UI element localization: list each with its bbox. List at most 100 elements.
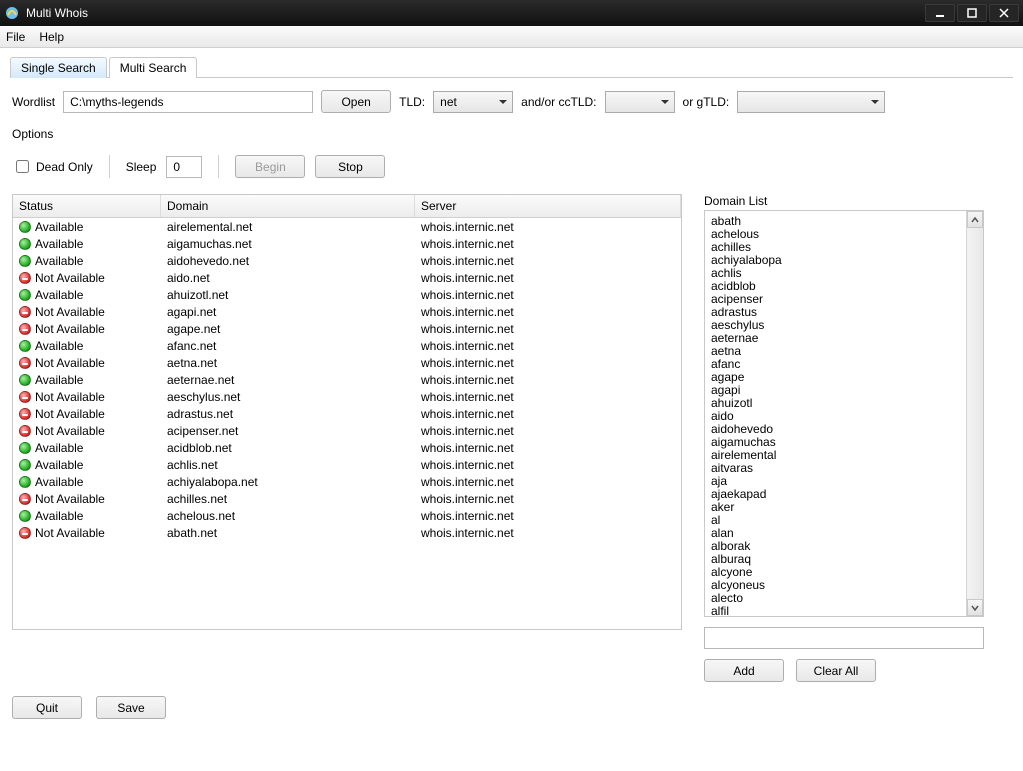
- list-item[interactable]: ahuizotl: [711, 397, 960, 410]
- clear-all-button[interactable]: Clear All: [796, 659, 876, 682]
- status-text: Not Available: [35, 271, 105, 285]
- domain-list: abathachelousachillesachiyalabopaachlisa…: [704, 210, 984, 617]
- status-text: Not Available: [35, 390, 105, 404]
- table-row[interactable]: Availableachelous.netwhois.internic.net: [13, 507, 681, 524]
- list-item[interactable]: aitvaras: [711, 462, 960, 475]
- dead-only-checkbox[interactable]: Dead Only: [12, 157, 93, 176]
- server-cell: whois.internic.net: [415, 373, 681, 387]
- table-row[interactable]: Availableachlis.netwhois.internic.net: [13, 456, 681, 473]
- domain-list-label: Domain List: [704, 194, 984, 208]
- sleep-input[interactable]: [166, 156, 202, 178]
- server-cell: whois.internic.net: [415, 322, 681, 336]
- domain-cell: aeternae.net: [161, 373, 415, 387]
- col-header-server[interactable]: Server: [415, 195, 681, 217]
- save-button[interactable]: Save: [96, 696, 166, 719]
- table-row[interactable]: Availableafanc.netwhois.internic.net: [13, 337, 681, 354]
- server-cell: whois.internic.net: [415, 526, 681, 540]
- domain-cell: aidohevedo.net: [161, 254, 415, 268]
- status-available-icon: [19, 374, 31, 386]
- stop-button[interactable]: Stop: [315, 155, 385, 178]
- domain-cell: aigamuchas.net: [161, 237, 415, 251]
- server-cell: whois.internic.net: [415, 220, 681, 234]
- list-item[interactable]: alfil: [711, 605, 960, 616]
- table-row[interactable]: Availableachiyalabopa.netwhois.internic.…: [13, 473, 681, 490]
- server-cell: whois.internic.net: [415, 237, 681, 251]
- list-item[interactable]: aeternae: [711, 332, 960, 345]
- server-cell: whois.internic.net: [415, 424, 681, 438]
- table-row[interactable]: Availableairelemental.netwhois.internic.…: [13, 218, 681, 235]
- server-cell: whois.internic.net: [415, 288, 681, 302]
- list-item[interactable]: ajaekapad: [711, 488, 960, 501]
- table-row[interactable]: Availableaidohevedo.netwhois.internic.ne…: [13, 252, 681, 269]
- status-unavailable-icon: [19, 272, 31, 284]
- status-available-icon: [19, 289, 31, 301]
- list-item[interactable]: aker: [711, 501, 960, 514]
- domain-cell: afanc.net: [161, 339, 415, 353]
- status-unavailable-icon: [19, 306, 31, 318]
- table-row[interactable]: Not Availableaetna.netwhois.internic.net: [13, 354, 681, 371]
- table-row[interactable]: Not Availableabath.netwhois.internic.net: [13, 524, 681, 541]
- table-row[interactable]: Not Availableadrastus.netwhois.internic.…: [13, 405, 681, 422]
- domain-cell: ahuizotl.net: [161, 288, 415, 302]
- menubar: File Help: [0, 26, 1023, 48]
- table-row[interactable]: Not Availableachilles.netwhois.internic.…: [13, 490, 681, 507]
- tab-single-search[interactable]: Single Search: [10, 57, 107, 78]
- quit-button[interactable]: Quit: [12, 696, 82, 719]
- tld-select[interactable]: net: [433, 91, 513, 113]
- table-row[interactable]: Not Availableagape.netwhois.internic.net: [13, 320, 681, 337]
- status-available-icon: [19, 459, 31, 471]
- table-row[interactable]: Availableaigamuchas.netwhois.internic.ne…: [13, 235, 681, 252]
- scroll-up-icon[interactable]: [967, 211, 983, 228]
- col-header-status[interactable]: Status: [13, 195, 161, 217]
- maximize-button[interactable]: [957, 4, 987, 22]
- table-row[interactable]: Not Availableagapi.netwhois.internic.net: [13, 303, 681, 320]
- table-row[interactable]: Not Availableaeschylus.netwhois.internic…: [13, 388, 681, 405]
- tab-multi-search[interactable]: Multi Search: [109, 57, 198, 78]
- status-text: Not Available: [35, 322, 105, 336]
- scroll-down-icon[interactable]: [967, 599, 983, 616]
- status-available-icon: [19, 442, 31, 454]
- status-unavailable-icon: [19, 493, 31, 505]
- wordlist-input[interactable]: [63, 91, 313, 113]
- status-text: Not Available: [35, 305, 105, 319]
- domain-cell: adrastus.net: [161, 407, 415, 421]
- gtld-select[interactable]: [737, 91, 885, 113]
- list-item[interactable]: agape: [711, 371, 960, 384]
- table-row[interactable]: Availableaeternae.netwhois.internic.net: [13, 371, 681, 388]
- domain-add-input[interactable]: [704, 627, 984, 649]
- list-item[interactable]: alcyoneus: [711, 579, 960, 592]
- list-item[interactable]: afanc: [711, 358, 960, 371]
- domain-cell: achelous.net: [161, 509, 415, 523]
- server-cell: whois.internic.net: [415, 441, 681, 455]
- begin-button[interactable]: Begin: [235, 155, 305, 178]
- table-row[interactable]: Not Availableacipenser.netwhois.internic…: [13, 422, 681, 439]
- table-row[interactable]: Availableacidblob.netwhois.internic.net: [13, 439, 681, 456]
- table-row[interactable]: Availableahuizotl.netwhois.internic.net: [13, 286, 681, 303]
- minimize-button[interactable]: [925, 4, 955, 22]
- server-cell: whois.internic.net: [415, 390, 681, 404]
- status-available-icon: [19, 476, 31, 488]
- server-cell: whois.internic.net: [415, 407, 681, 421]
- add-button[interactable]: Add: [704, 659, 784, 682]
- list-item[interactable]: achiyalabopa: [711, 254, 960, 267]
- scrollbar[interactable]: [966, 211, 983, 616]
- table-row[interactable]: Not Availableaido.netwhois.internic.net: [13, 269, 681, 286]
- cctld-select[interactable]: [605, 91, 675, 113]
- close-button[interactable]: [989, 4, 1019, 22]
- open-button[interactable]: Open: [321, 90, 391, 113]
- status-unavailable-icon: [19, 425, 31, 437]
- list-item[interactable]: aetna: [711, 345, 960, 358]
- list-item[interactable]: al: [711, 514, 960, 527]
- status-text: Available: [35, 458, 83, 472]
- menu-help[interactable]: Help: [39, 30, 64, 44]
- list-item[interactable]: alecto: [711, 592, 960, 605]
- domain-cell: aido.net: [161, 271, 415, 285]
- dead-only-input[interactable]: [16, 160, 29, 173]
- menu-file[interactable]: File: [6, 30, 25, 44]
- col-header-domain[interactable]: Domain: [161, 195, 415, 217]
- status-unavailable-icon: [19, 323, 31, 335]
- status-text: Available: [35, 441, 83, 455]
- server-cell: whois.internic.net: [415, 475, 681, 489]
- app-icon: [4, 5, 20, 21]
- tabs: Single Search Multi Search: [10, 56, 1013, 78]
